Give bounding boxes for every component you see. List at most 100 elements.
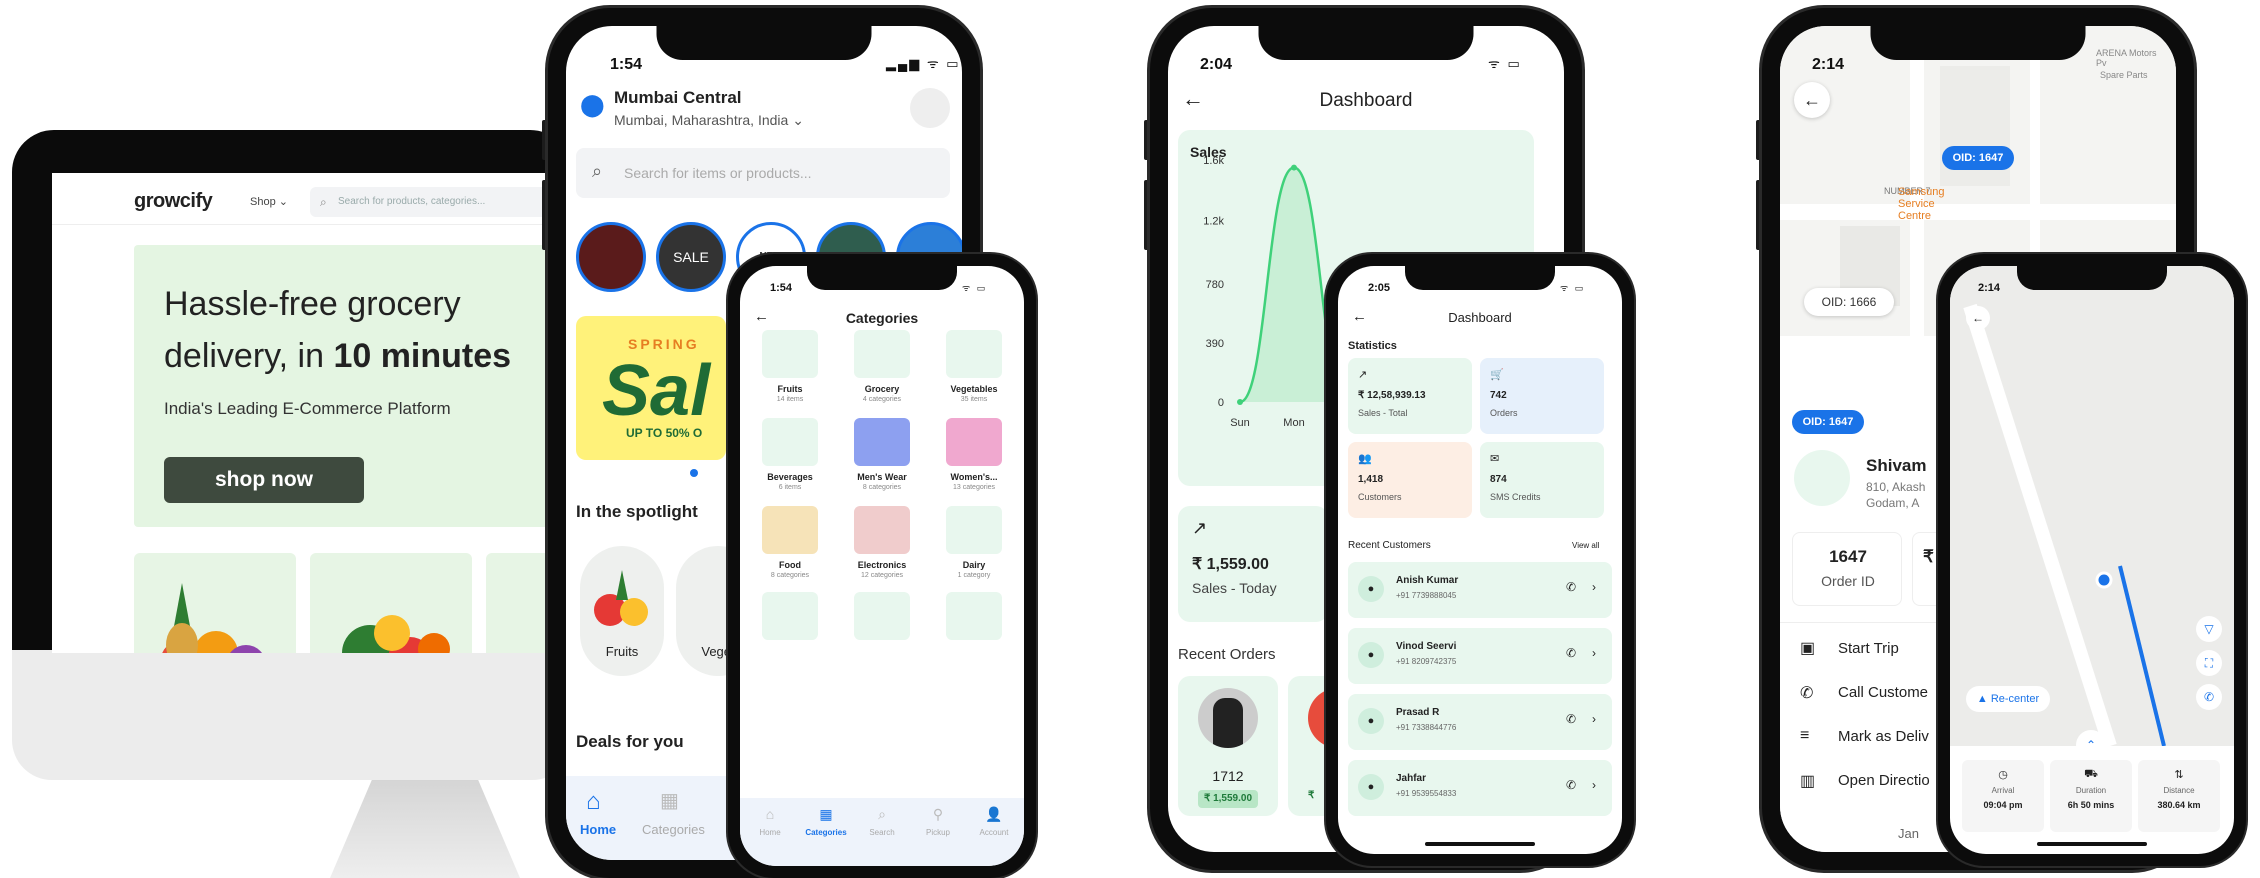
category-item[interactable]: Grocery 4 categories: [840, 328, 924, 412]
customer-row[interactable]: ● Jahfar +91 9539554833 ✆ ›: [1348, 760, 1612, 816]
customer-row[interactable]: ● Vinod Seervi +91 8209742375 ✆ ›: [1348, 628, 1612, 684]
y-tick-label: 390: [1206, 338, 1224, 350]
mark-delivered-action[interactable]: Mark as Deliv: [1838, 728, 1929, 745]
trip-stat-label: Arrival: [1991, 786, 2015, 795]
category-item[interactable]: Vegetables 35 items: [932, 328, 1016, 412]
recent-customers-title: Recent Customers: [1348, 540, 1431, 551]
phone-icon[interactable]: ✆: [1566, 712, 1576, 726]
category-name: Dairy: [962, 560, 986, 570]
chevron-right-icon[interactable]: ›: [1592, 778, 1596, 792]
back-arrow-icon[interactable]: ←: [1966, 306, 1990, 330]
category-image[interactable]: [946, 592, 1002, 640]
start-trip-action[interactable]: Start Trip: [1838, 640, 1899, 657]
customer-row[interactable]: ● Anish Kumar +91 7739888045 ✆ ›: [1348, 562, 1612, 618]
nav-account[interactable]: Account: [968, 828, 1020, 837]
search-icon[interactable]: ⌕: [856, 806, 908, 823]
trip-stat-value: 6h 50 mins: [2067, 800, 2115, 810]
view-all-link[interactable]: View all: [1572, 541, 1599, 550]
category-item[interactable]: Dairy 1 category: [932, 504, 1016, 588]
chevron-right-icon[interactable]: ›: [1592, 580, 1596, 594]
side-button: [1144, 180, 1149, 250]
recenter-button[interactable]: ▲ Re-center: [1966, 686, 2050, 712]
shop-menu[interactable]: Shop ⌄: [250, 195, 288, 208]
search-icon: ⌕: [320, 195, 327, 209]
stat-label: Customers: [1358, 492, 1402, 502]
product-tile-fruits[interactable]: [134, 553, 296, 653]
back-arrow-icon[interactable]: ←: [1794, 82, 1830, 118]
customer-avatar: [1794, 450, 1850, 506]
website-logo[interactable]: growcify: [134, 190, 213, 213]
categories-icon[interactable]: ▦: [800, 806, 852, 823]
chevron-right-icon[interactable]: ›: [1592, 712, 1596, 726]
sale-banner[interactable]: SPRING Sal UP TO 50% O: [576, 316, 726, 460]
order-card[interactable]: 1712 ₹ 1,559.00: [1178, 676, 1278, 816]
customer-name: Prasad R: [1396, 707, 1440, 718]
map-label-arena: ARENA Motors Pv: [2096, 48, 2157, 68]
category-item[interactable]: Food 8 categories: [748, 504, 832, 588]
status-time: 2:04: [1200, 56, 1233, 73]
product-tile-vegetables[interactable]: [310, 553, 472, 653]
shop-now-button[interactable]: shop now: [164, 457, 364, 503]
oid-chip[interactable]: OID: 1647: [1942, 146, 2014, 170]
account-icon[interactable]: 👤: [968, 806, 1020, 823]
filter-icon[interactable]: ▽: [2196, 616, 2222, 642]
category-item[interactable]: Women's... 13 categories: [932, 416, 1016, 500]
truck-icon: ▣: [1800, 640, 1816, 657]
category-item[interactable]: Fruits 14 items: [748, 328, 832, 412]
categories-icon[interactable]: ▦: [660, 788, 679, 813]
carousel-dot[interactable]: [690, 469, 698, 477]
status-time: 2:14: [1812, 56, 1845, 73]
customer-search-input[interactable]: ⌕ Search for items or products...: [576, 148, 950, 198]
customer-address-2: Godam, A: [1866, 496, 1920, 510]
y-tick-label: 1.2k: [1203, 216, 1224, 228]
fullscreen-icon[interactable]: ⛶: [2196, 650, 2222, 676]
category-item[interactable]: Electronics 12 categories: [840, 504, 924, 588]
user-icon: ●: [1358, 576, 1384, 602]
category-image[interactable]: [854, 592, 910, 640]
category-name: Women's...: [950, 472, 998, 482]
customer-row[interactable]: ● Prasad R +91 7338844776 ✆ ›: [1348, 694, 1612, 750]
website-search-input[interactable]: ⌕ Search for products, categories...: [310, 187, 572, 217]
stat-card: 🛒 742 Orders: [1480, 358, 1604, 434]
location-subtitle[interactable]: Mumbai, Maharashtra, India ⌄: [614, 112, 804, 129]
phone-icon[interactable]: ✆: [1566, 646, 1576, 660]
nav-search[interactable]: Search: [856, 828, 908, 837]
nav-categories[interactable]: Categories: [800, 828, 852, 837]
pickup-icon[interactable]: ⚲: [912, 806, 964, 823]
nav-categories[interactable]: Categories: [642, 822, 705, 837]
story-1[interactable]: [576, 222, 646, 292]
nav-home[interactable]: Home: [744, 828, 796, 837]
category-name: Beverages: [767, 472, 813, 482]
date-footer: Jan: [1898, 826, 1919, 841]
location-pin-icon: ⬤: [580, 92, 605, 117]
open-directions-action[interactable]: Open Directio: [1838, 772, 1930, 789]
phone-icon[interactable]: ✆: [2196, 684, 2222, 710]
category-item[interactable]: Beverages 6 items: [748, 416, 832, 500]
distance-icon: ⇅: [2174, 769, 2184, 781]
home-icon[interactable]: ⌂: [744, 806, 796, 822]
location-title[interactable]: Mumbai Central: [614, 88, 742, 108]
story-2[interactable]: SALE: [656, 222, 726, 292]
spotlight-fruits[interactable]: Fruits: [580, 546, 664, 676]
category-item[interactable]: Men's Wear 8 categories: [840, 416, 924, 500]
navigation-map[interactable]: [1950, 266, 2234, 749]
call-customer-action[interactable]: Call Custome: [1838, 684, 1928, 701]
dashboard-small-screen: 2:05 ᯤ ▭ ← Dashboard Statistics ↗ ₹ 12,58…: [1338, 266, 1622, 854]
phone-icon[interactable]: ✆: [1566, 778, 1576, 792]
trip-stat-label: Duration: [2075, 786, 2107, 795]
chevron-up-icon[interactable]: ⌃: [2076, 730, 2106, 760]
oid-chip[interactable]: OID: 1666: [1804, 288, 1894, 316]
category-image[interactable]: [762, 592, 818, 640]
stat-card: 👥 1,418 Customers: [1348, 442, 1472, 518]
chevron-right-icon[interactable]: ›: [1592, 646, 1596, 660]
cart-icon: 🛒: [1490, 369, 1504, 381]
nav-pickup[interactable]: Pickup: [912, 828, 964, 837]
profile-avatar[interactable]: [910, 88, 950, 128]
phone-icon[interactable]: ✆: [1566, 580, 1576, 594]
banner-sub-text: UP TO 50% O: [626, 426, 703, 440]
sales-point: [1291, 164, 1297, 171]
oid-chip[interactable]: OID: 1647: [1792, 410, 1864, 434]
category-image: [762, 418, 818, 466]
home-icon[interactable]: ⌂: [586, 788, 601, 816]
nav-home[interactable]: Home: [580, 822, 616, 837]
